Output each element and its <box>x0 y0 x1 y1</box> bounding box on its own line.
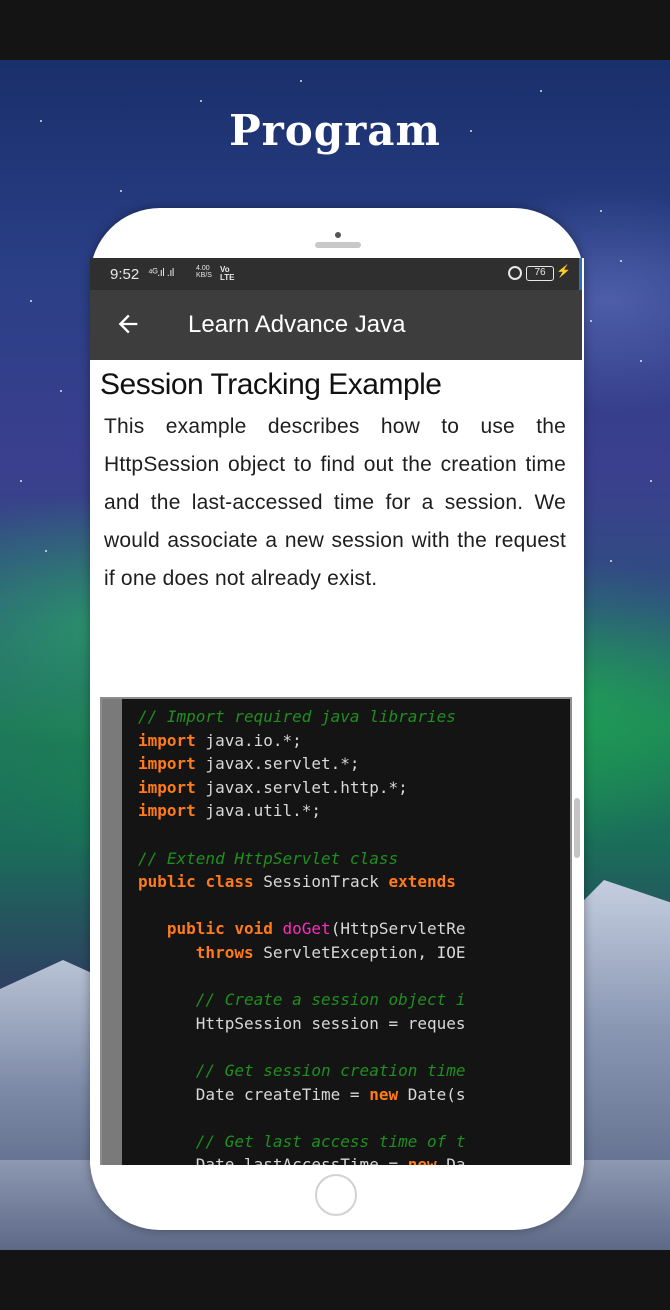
code-line: // Import required java libraries <box>138 705 466 729</box>
bottom-black-band <box>0 1250 670 1310</box>
code-line: throws ServletException, IOE <box>138 941 466 965</box>
code-token-plain: SessionTrack <box>253 872 389 892</box>
earpiece-speaker <box>315 242 361 248</box>
app-toolbar: Learn Advance Java <box>90 290 582 360</box>
code-token-plain: Date createTime = <box>138 1084 370 1104</box>
front-camera <box>335 232 341 238</box>
promo-title: Program <box>229 106 441 155</box>
code-line: import javax.servlet.http.*; <box>138 776 466 800</box>
code-block[interactable]: // Import required java libraries import … <box>100 697 572 1165</box>
code-token-keyword: import <box>138 730 196 750</box>
code-token-keyword: new <box>407 1155 437 1165</box>
charging-bolt-icon: ⚡ <box>556 264 571 278</box>
code-token-comment: // Extend HttpServlet class <box>138 848 399 868</box>
back-arrow-icon[interactable] <box>114 310 142 338</box>
code-token-plain: Date(s <box>398 1084 466 1104</box>
code-token-plain: java.io.*; <box>195 730 302 750</box>
code-gutter <box>102 699 122 1165</box>
code-token-keyword: import <box>138 777 196 797</box>
article-body: This example describes how to use the Ht… <box>104 415 566 590</box>
code-line: import java.util.*; <box>138 799 466 823</box>
code-token-keyword: class <box>205 872 254 892</box>
article-heading: Session Tracking Example <box>100 368 442 401</box>
network-speed-value: 4.00 <box>196 265 210 272</box>
code-token-comment: // Create a session object i <box>138 990 466 1010</box>
code-token-plain: (HttpServletRe <box>330 919 466 939</box>
signal-strength-icon: ⁴ᴳ.ıl .ıl <box>148 267 174 279</box>
battery-icon: 76 <box>526 266 554 281</box>
status-time: 9:52 <box>110 266 140 283</box>
code-line: HttpSession session = reques <box>138 1012 466 1036</box>
code-token-keyword: new <box>369 1084 399 1104</box>
scrollbar-thumb[interactable] <box>574 798 580 858</box>
alarm-icon <box>508 266 522 280</box>
phone-screen: 9:52 ⁴ᴳ.ıl .ıl 4.00 KB/S Vo LTE 76 ⚡ Lea… <box>90 258 584 1165</box>
code-token-keyword: public <box>166 919 225 939</box>
code-line: Date createTime = new Date(s <box>138 1083 466 1107</box>
volte-indicator: Vo LTE <box>220 266 235 282</box>
code-token-plain: HttpSession session = reques <box>138 1013 466 1033</box>
status-accent-edge <box>579 258 582 290</box>
home-button[interactable] <box>315 1174 357 1216</box>
code-line: Date lastAccessTime = new Da <box>138 1153 466 1165</box>
code-line: public class SessionTrack extends <box>138 870 466 894</box>
code-line: import java.io.*; <box>138 729 466 753</box>
code-token-comment: // Get last access time of t <box>138 1131 466 1151</box>
code-token-plain: java.util.*; <box>195 801 322 821</box>
code-lines: // Import required java libraries import … <box>138 705 466 1165</box>
code-line: // Get session creation time <box>138 1059 466 1083</box>
code-token-keyword: import <box>138 754 196 774</box>
volte-bottom: LTE <box>220 273 235 282</box>
top-black-band <box>0 0 670 60</box>
code-token-plain: ServletException, IOE <box>253 942 466 962</box>
code-token-keyword: import <box>138 801 196 821</box>
phone-mockup: 9:52 ⁴ᴳ.ıl .ıl 4.00 KB/S Vo LTE 76 ⚡ Lea… <box>90 208 584 1230</box>
code-token-keyword: extends <box>388 872 456 892</box>
network-speed: 4.00 KB/S <box>196 265 212 279</box>
code-line: // Get last access time of t <box>138 1130 466 1154</box>
code-line: // Create a session object i <box>138 988 466 1012</box>
code-line: import javax.servlet.*; <box>138 752 466 776</box>
code-line: public void doGet(HttpServletRe <box>138 917 466 941</box>
code-token-plain: Da <box>436 1155 466 1165</box>
code-token-plain: javax.servlet.http.*; <box>195 777 408 797</box>
code-token-comment: // Get session creation time <box>138 1060 466 1080</box>
code-token-comment: // Import required java libraries <box>138 707 456 726</box>
code-token-keyword: void <box>234 919 273 939</box>
code-token-keyword: throws <box>195 942 254 962</box>
code-line: // Extend HttpServlet class <box>138 847 466 871</box>
code-token-method: doGet <box>282 919 331 939</box>
code-token-plain: Date lastAccessTime = <box>138 1155 408 1165</box>
network-speed-unit: KB/S <box>196 272 212 279</box>
code-token-keyword: public <box>138 872 196 892</box>
status-bar: 9:52 ⁴ᴳ.ıl .ıl 4.00 KB/S Vo LTE 76 ⚡ <box>90 258 582 290</box>
code-token-plain: javax.servlet.*; <box>195 754 360 774</box>
app-title: Learn Advance Java <box>188 311 406 338</box>
